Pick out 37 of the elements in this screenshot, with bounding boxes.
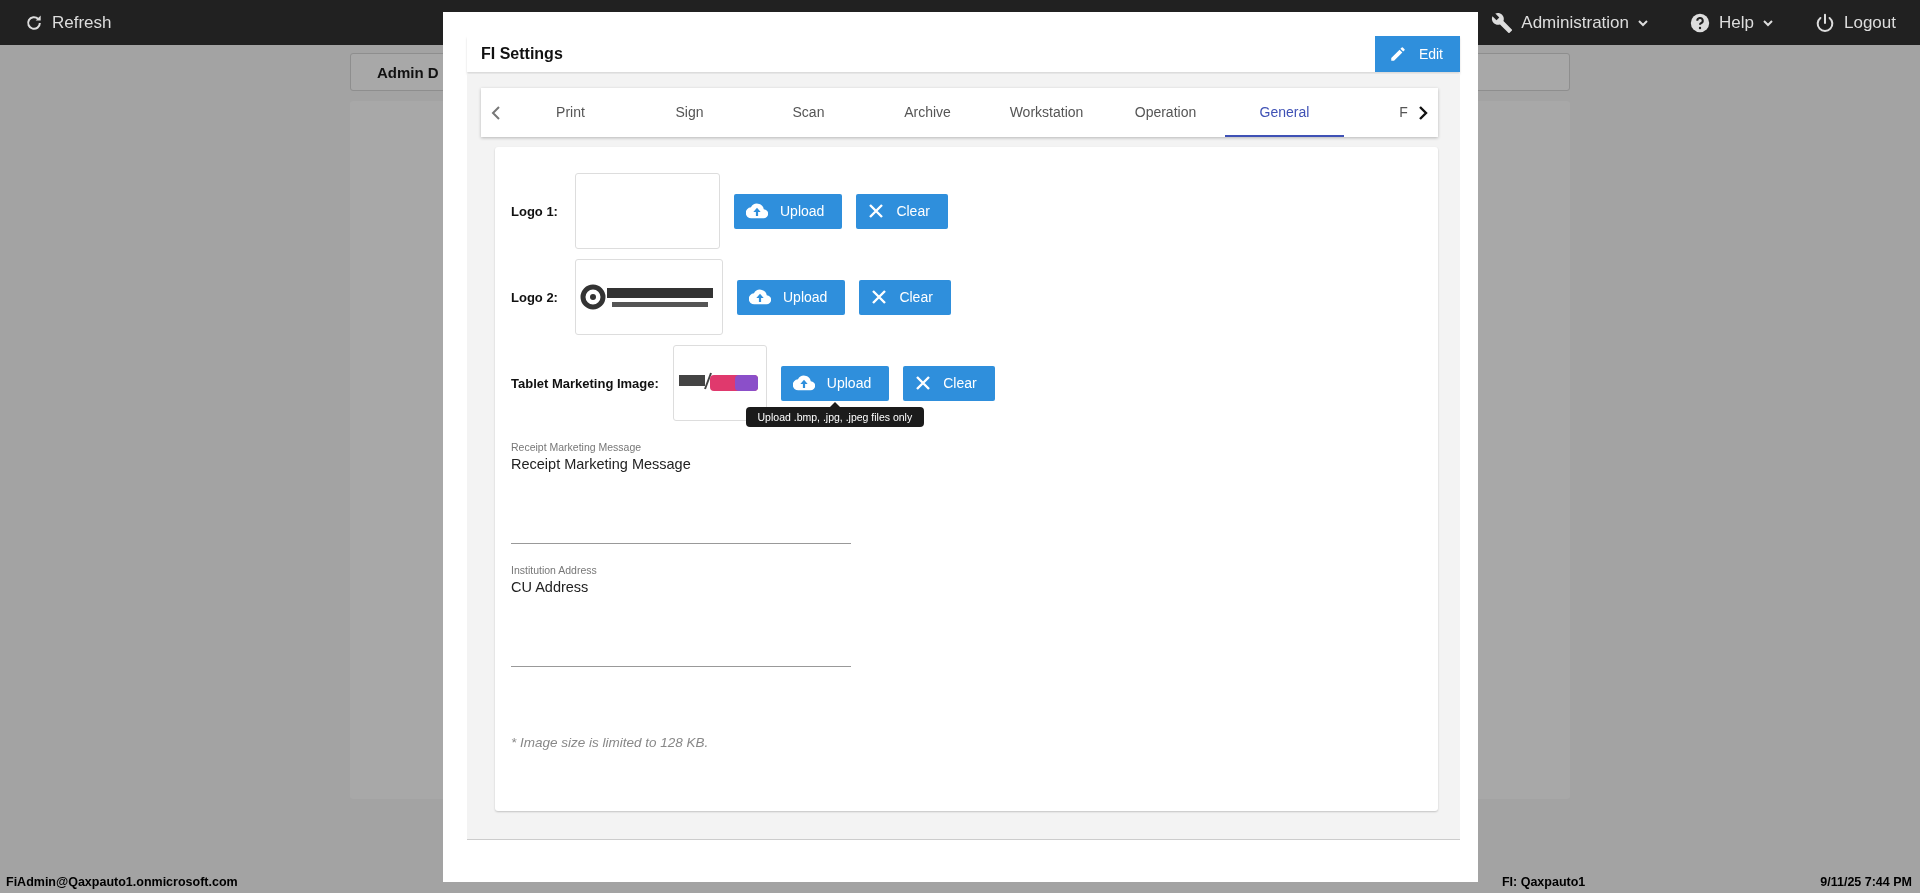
tab[interactable]: Operation: [1106, 88, 1225, 137]
field-label: Tablet Marketing Image:: [511, 375, 659, 391]
help-icon: [1689, 11, 1712, 34]
tab[interactable]: Sign: [630, 88, 749, 137]
tab[interactable]: Print: [511, 88, 630, 137]
size-note: * Image size is limited to 128 KB.: [511, 735, 710, 750]
user-email: FiAdmin@Qaxpauto1.onmicrosoft.com: [6, 874, 239, 889]
field-label: Logo 2:: [511, 289, 559, 305]
pencil-icon: [1388, 45, 1407, 63]
text-area[interactable]: Institution Address CU Address: [511, 560, 851, 667]
tab[interactable]: Scan: [749, 88, 868, 137]
menu-button[interactable]: Administration: [1491, 11, 1650, 34]
field-label: Logo 1:: [511, 203, 559, 219]
text-area[interactable]: Receipt Marketing Message Receipt Marketing Message: [511, 437, 851, 544]
tab[interactable]: General: [1225, 88, 1344, 137]
close-icon: [871, 289, 888, 305]
menu-button[interactable]: Logout: [1814, 11, 1896, 34]
menu-button[interactable]: Help: [1689, 11, 1774, 34]
close-icon: [868, 203, 885, 219]
cloud-upload-icon: [749, 289, 771, 305]
close-icon: [915, 375, 932, 391]
tab[interactable]: F: [1344, 88, 1408, 137]
cloud-upload-icon: [792, 375, 815, 391]
chevron-right-icon: [1418, 105, 1428, 120]
scroll-left-button[interactable]: [481, 88, 511, 137]
wrench-icon: [1491, 11, 1514, 34]
cloud-upload-icon: [746, 203, 768, 219]
date-time: 9/11/25 7:44 PM: [1820, 874, 1912, 889]
card-title: Admin D: [377, 63, 439, 81]
refresh-button[interactable]: Refresh: [24, 12, 112, 33]
fi-name: FI: Qaxpauto1: [1501, 874, 1586, 889]
power-icon: [1814, 11, 1836, 34]
tab[interactable]: Archive: [868, 88, 987, 137]
dialog-title: FI Settings: [480, 45, 564, 63]
chevron-left-icon: [491, 105, 501, 120]
scroll-right-button[interactable]: [1408, 88, 1438, 137]
tab[interactable]: Workstation: [987, 88, 1106, 137]
